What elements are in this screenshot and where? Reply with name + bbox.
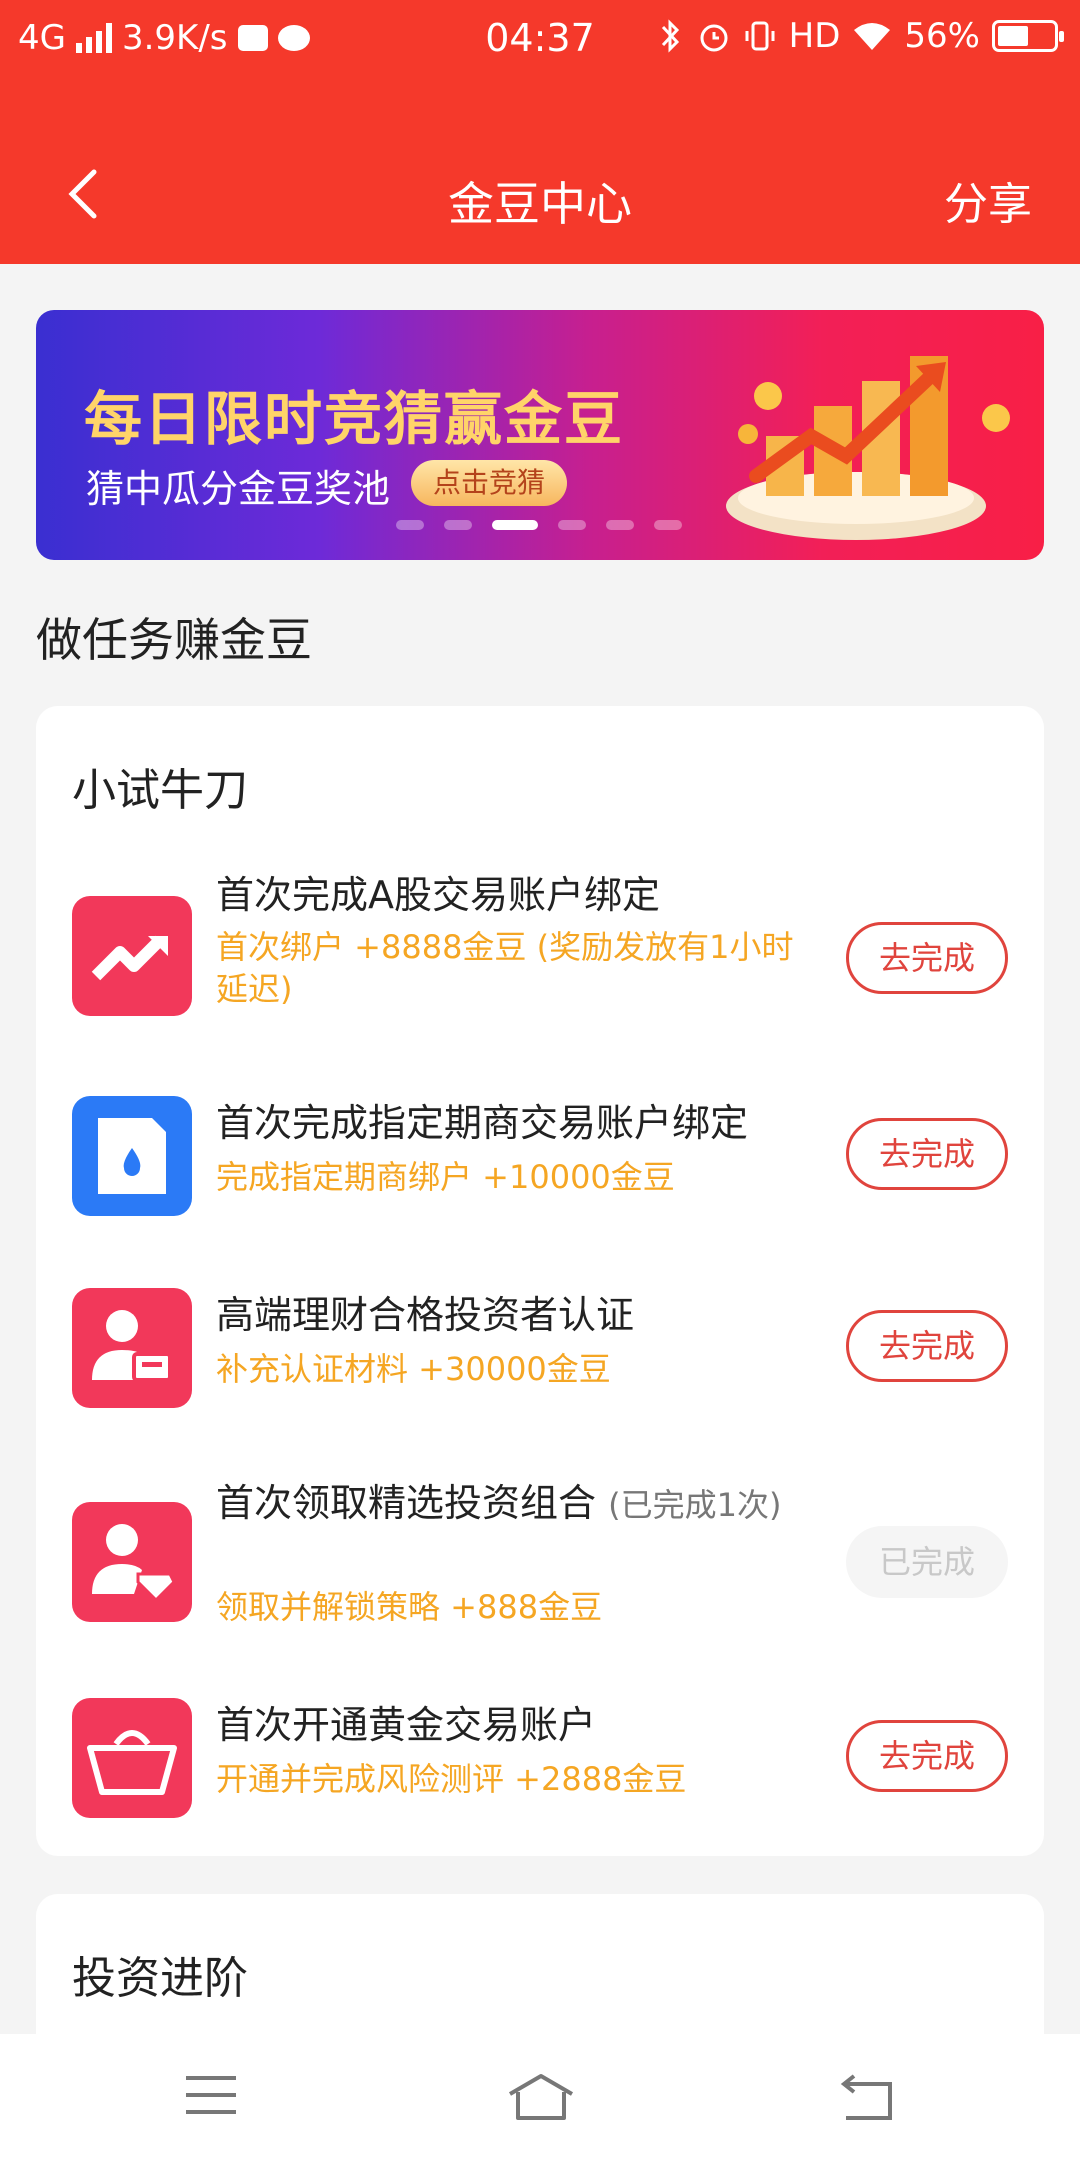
battery-level: 56% (904, 16, 980, 56)
task-reward: 补充认证材料 +30000金豆 (216, 1350, 611, 1388)
task-name: 高端理财合格投资者认证 (216, 1293, 635, 1337)
go-complete-button[interactable]: 去完成 (846, 922, 1008, 994)
alarm-icon (700, 24, 728, 52)
promo-banner[interactable]: 每日限时竞猜赢金豆 猜中瓜分金豆奖池 点击竞猜 (36, 310, 1044, 560)
bluetooth-icon (661, 19, 679, 53)
menu-icon[interactable] (184, 2072, 238, 2118)
carousel-dot (558, 520, 586, 530)
task-reward: 完成指定期商绑户 +10000金豆 (216, 1158, 675, 1196)
task-note: (已完成1次) (608, 1486, 782, 1524)
task-name: 首次完成A股交易账户绑定 (216, 873, 660, 917)
vibrate-icon (745, 21, 775, 51)
banner-subtitle: 猜中瓜分金豆奖池 (86, 467, 391, 511)
nav-bar: 金豆中心 分享 (0, 140, 1080, 250)
banner-cta-button[interactable]: 点击竞猜 (411, 460, 568, 506)
back-nav-icon[interactable] (840, 2072, 896, 2122)
home-icon[interactable] (506, 2072, 576, 2122)
card-title: 小试牛刀 (72, 765, 248, 816)
document-drop-icon (72, 1096, 192, 1216)
carousel-indicator (396, 520, 682, 530)
task-card-beginner: 小试牛刀 首次完成A股交易账户绑定 首次绑户 +8888金豆 (奖励发放有1小时… (36, 706, 1044, 1856)
carousel-dot (654, 520, 682, 530)
carousel-dot (606, 520, 634, 530)
gold-chart-illustration-icon (726, 356, 1010, 540)
user-card-icon (72, 1288, 192, 1408)
status-bar: 4G 3.9K/s 04:37 HD 56% (0, 0, 1080, 78)
carousel-dot (396, 520, 424, 530)
go-complete-button[interactable]: 去完成 (846, 1118, 1008, 1190)
task-reward: 开通并完成风险测评 +2888金豆 (216, 1760, 687, 1798)
task-name: 首次开通黄金交易账户 (216, 1703, 597, 1747)
app-header: 4G 3.9K/s 04:37 HD 56% 金豆中心 分享 (0, 0, 1080, 264)
basket-icon (72, 1698, 192, 1818)
battery-icon (992, 20, 1064, 52)
carousel-dot (444, 520, 472, 530)
page-title: 金豆中心 (448, 177, 632, 231)
banner-headline: 每日限时竞猜赢金豆 (84, 385, 625, 453)
task-name-text: 首次领取精选投资组合 (216, 1481, 597, 1525)
system-nav-bar (0, 2034, 1080, 2160)
section-title: 做任务赚金豆 (36, 613, 312, 667)
task-reward: 首次绑户 +8888金豆 (奖励发放有1小时延迟) (216, 928, 794, 1008)
task-name: 首次完成指定期商交易账户绑定 (216, 1101, 749, 1145)
hd-indicator: HD (788, 16, 841, 56)
carousel-dot-active (492, 520, 538, 530)
card-title: 投资进阶 (72, 1953, 248, 2004)
share-button[interactable]: 分享 (944, 168, 1032, 232)
task-name: 首次领取精选投资组合 (已完成1次) (216, 1478, 826, 1530)
task-reward: 领取并解锁策略 +888金豆 (216, 1588, 603, 1626)
go-complete-button[interactable]: 去完成 (846, 1310, 1008, 1382)
go-complete-button[interactable]: 去完成 (846, 1720, 1008, 1792)
trend-up-icon (72, 896, 192, 1016)
user-diamond-icon (72, 1502, 192, 1622)
completed-button: 已完成 (846, 1526, 1008, 1598)
wifi-icon (854, 23, 891, 50)
